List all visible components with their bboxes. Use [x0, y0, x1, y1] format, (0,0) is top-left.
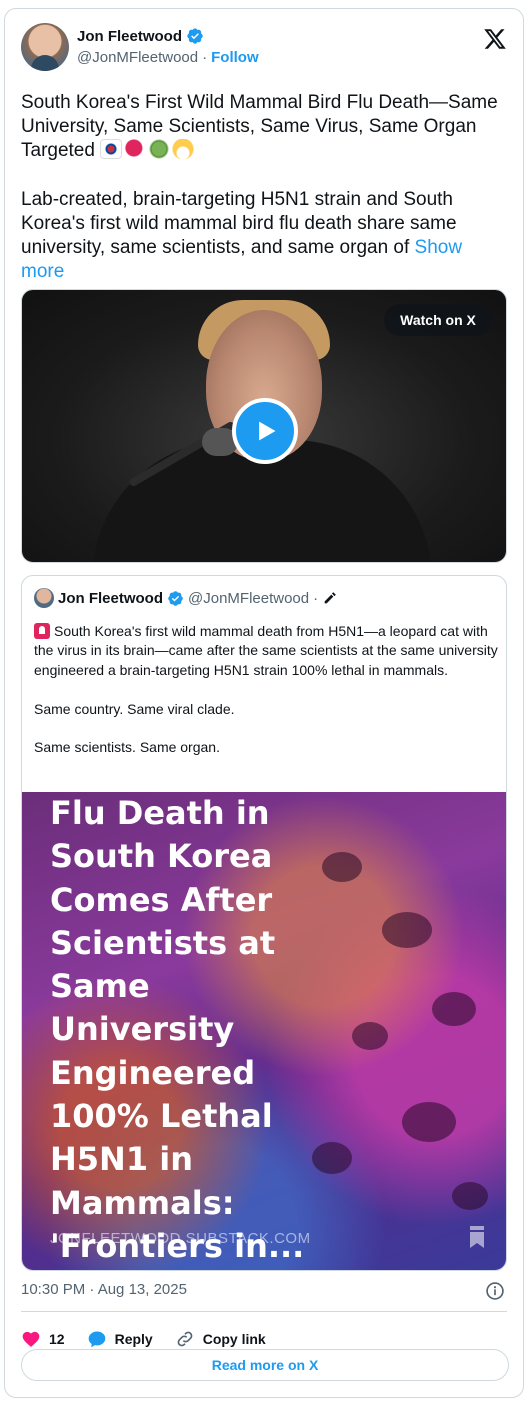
quoted-header: Jon Fleetwood @JonMFleetwood · — [34, 588, 338, 608]
author-handle[interactable]: @JonMFleetwood — [77, 49, 198, 66]
author-avatar[interactable] — [21, 23, 69, 71]
fur-spot — [402, 1102, 456, 1142]
watch-on-x-button[interactable]: Watch on X — [384, 304, 492, 336]
south-korea-flag-icon — [100, 139, 123, 160]
author-name-row: Jon Fleetwood — [77, 27, 204, 45]
fur-spot — [382, 912, 432, 948]
article-title-overlay: Flu Death in South Korea Comes After Sci… — [50, 794, 305, 1265]
copy-link-button[interactable]: Copy link — [175, 1329, 266, 1349]
quoted-author-handle: @JonMFleetwood — [188, 589, 310, 607]
link-icon — [177, 1331, 193, 1347]
quoted-verified-badge-icon — [168, 590, 183, 606]
quoted-author-name: Jon Fleetwood — [58, 589, 163, 607]
reply-label: Reply — [114, 1331, 153, 1347]
info-icon[interactable] — [485, 1281, 505, 1301]
tweet-timestamp[interactable]: 10:30 PM · Aug 13, 2025 — [21, 1281, 187, 1298]
play-icon — [259, 421, 276, 441]
video-player[interactable]: Watch on X — [21, 289, 507, 563]
like-count: 12 — [49, 1331, 65, 1347]
x-logo-icon[interactable] — [483, 27, 507, 51]
play-button[interactable] — [232, 398, 298, 464]
handle-separator: · — [202, 49, 208, 66]
quoted-author-avatar — [34, 588, 54, 608]
rotating-light-icon — [34, 623, 50, 639]
tweet-headline: South Korea's First Wild Mammal Bird Flu… — [21, 92, 503, 162]
article-preview-image[interactable]: Flu Death in South Korea Comes After Sci… — [22, 792, 506, 1270]
bookmark-icon — [470, 1226, 484, 1248]
follow-button[interactable]: Follow — [211, 49, 259, 66]
tweet-text: South Korea's First Wild Mammal Bird Flu… — [21, 91, 509, 285]
copy-link-label: Copy link — [202, 1331, 266, 1347]
quoted-text: South Korea's first wild mammal death fr… — [34, 622, 498, 758]
red-bird-icon — [124, 139, 147, 160]
microbe-icon — [148, 139, 171, 160]
face-with-medical-mask-icon — [172, 139, 195, 160]
author-name[interactable]: Jon Fleetwood — [77, 28, 182, 45]
fur-spot — [432, 992, 476, 1026]
tweet-header: Jon Fleetwood @JonMFleetwood · Follow — [21, 23, 507, 75]
divider — [21, 1311, 507, 1312]
heart-icon — [22, 1331, 40, 1347]
read-more-button[interactable]: Read more on X — [21, 1349, 509, 1381]
verified-badge-icon — [187, 28, 203, 44]
quoted-text-line2: Same country. Same viral clade. — [34, 700, 235, 717]
like-button[interactable]: 12 — [21, 1329, 65, 1349]
author-handle-row: @JonMFleetwood · Follow — [77, 49, 259, 66]
edited-pencil-icon — [324, 592, 336, 604]
article-domain: JONFLEETWOOD.SUBSTACK.COM — [50, 1230, 311, 1247]
reply-bubble-icon — [88, 1331, 105, 1348]
tweet-card: Jon Fleetwood @JonMFleetwood · Follow So… — [4, 8, 524, 1398]
tweet-body: Lab-created, brain-targeting H5N1 strain… — [21, 188, 462, 259]
quoted-separator: · — [313, 589, 319, 607]
quoted-tweet[interactable]: Jon Fleetwood @JonMFleetwood · South Kor… — [21, 575, 507, 1271]
fur-spot — [452, 1182, 488, 1210]
reply-button[interactable]: Reply — [87, 1329, 153, 1349]
quoted-text-line3: Same scientists. Same organ. — [34, 739, 220, 756]
quoted-text-line1: South Korea's first wild mammal death fr… — [34, 623, 502, 678]
